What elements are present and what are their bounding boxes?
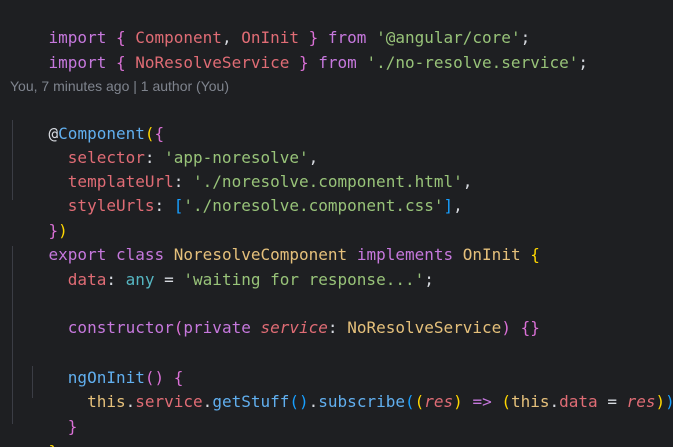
empty-body-braces: {}: [520, 318, 540, 337]
brace: {: [530, 245, 540, 264]
bracket: ]: [443, 196, 454, 215]
code-line-6[interactable]: styleUrls: ['./noresolve.component.css']…: [10, 170, 463, 215]
arrow-operator: =>: [462, 392, 502, 411]
dot: .: [549, 392, 560, 411]
member-access: service: [135, 392, 203, 411]
method-call: getStuff: [212, 392, 290, 411]
constructor-keyword: constructor: [67, 318, 174, 337]
string-literal: './noresolve.component.css': [183, 196, 444, 215]
git-blame-annotation[interactable]: You, 7 minutes ago | 1 author (You): [10, 76, 229, 96]
code-line-9[interactable]: data: any = 'waiting for response...';: [10, 244, 434, 289]
this-keyword: this: [87, 392, 126, 411]
keyword-from: from: [318, 53, 357, 72]
keyword-private: private: [183, 318, 251, 337]
semicolon: ;: [578, 53, 588, 72]
code-line-8[interactable]: export class NoresolveComponent implemen…: [10, 219, 540, 264]
bracket: [: [173, 196, 184, 215]
paren: ): [453, 392, 463, 411]
operator: =: [597, 392, 627, 411]
brace: }: [49, 442, 59, 447]
this-keyword: this: [510, 392, 550, 411]
code-line-2[interactable]: import { NoResolveService } from './no-r…: [10, 27, 588, 72]
interface-name: OnInit: [462, 245, 521, 264]
colon: :: [106, 270, 126, 289]
type-name: NoResolveService: [347, 318, 502, 337]
code-line-14[interactable]: }: [10, 416, 59, 447]
colon: :: [327, 318, 348, 337]
code-line-5[interactable]: templateUrl: './noresolve.component.html…: [10, 146, 473, 191]
punctuation: {: [106, 53, 136, 72]
paren: (: [414, 392, 425, 411]
method-call: subscribe: [318, 392, 405, 411]
paren: (: [404, 392, 415, 411]
dot: .: [125, 392, 136, 411]
code-line-1[interactable]: import { Component, OnInit } from '@angu…: [10, 2, 531, 47]
paren: ): [655, 392, 666, 411]
code-line-7[interactable]: }): [10, 195, 68, 240]
paren: (: [173, 318, 184, 337]
member-access: data: [559, 392, 598, 411]
semicolon: ;: [424, 270, 434, 289]
code-line-13[interactable]: }: [10, 391, 78, 436]
code-editor[interactable]: import { Component, OnInit } from '@angu…: [0, 0, 673, 447]
punctuation: }: [289, 53, 319, 72]
operator: =: [154, 270, 184, 289]
paren: (: [501, 392, 511, 411]
dot: .: [202, 392, 213, 411]
code-line-11[interactable]: ngOnInit() {: [10, 342, 184, 387]
parameter: res: [424, 392, 454, 411]
paren: ): [665, 392, 673, 411]
code-line-10[interactable]: constructor(private service: NoResolveSe…: [10, 292, 540, 337]
code-line-3[interactable]: @Component({: [10, 98, 165, 143]
type-annotation: any: [125, 270, 155, 289]
parens: (): [289, 392, 309, 411]
colon: :: [154, 196, 174, 215]
comma: ,: [462, 172, 473, 191]
import-symbol: NoResolveService: [135, 53, 290, 72]
code-line-4[interactable]: selector: 'app-noresolve',: [10, 122, 318, 167]
paren: ): [501, 318, 511, 337]
property-key: styleUrls: [67, 196, 155, 215]
parameter: res: [626, 392, 656, 411]
string-literal: './no-resolve.service': [366, 53, 579, 72]
string-literal: 'waiting for response...': [183, 270, 425, 289]
parameter: service: [260, 318, 328, 337]
dot: .: [308, 392, 319, 411]
class-property: data: [67, 270, 107, 289]
comma: ,: [453, 196, 463, 215]
keyword-import: import: [48, 53, 107, 72]
code-line-12[interactable]: this.service.getStuff().subscribe((res) …: [10, 366, 673, 411]
brace: }: [67, 417, 78, 436]
